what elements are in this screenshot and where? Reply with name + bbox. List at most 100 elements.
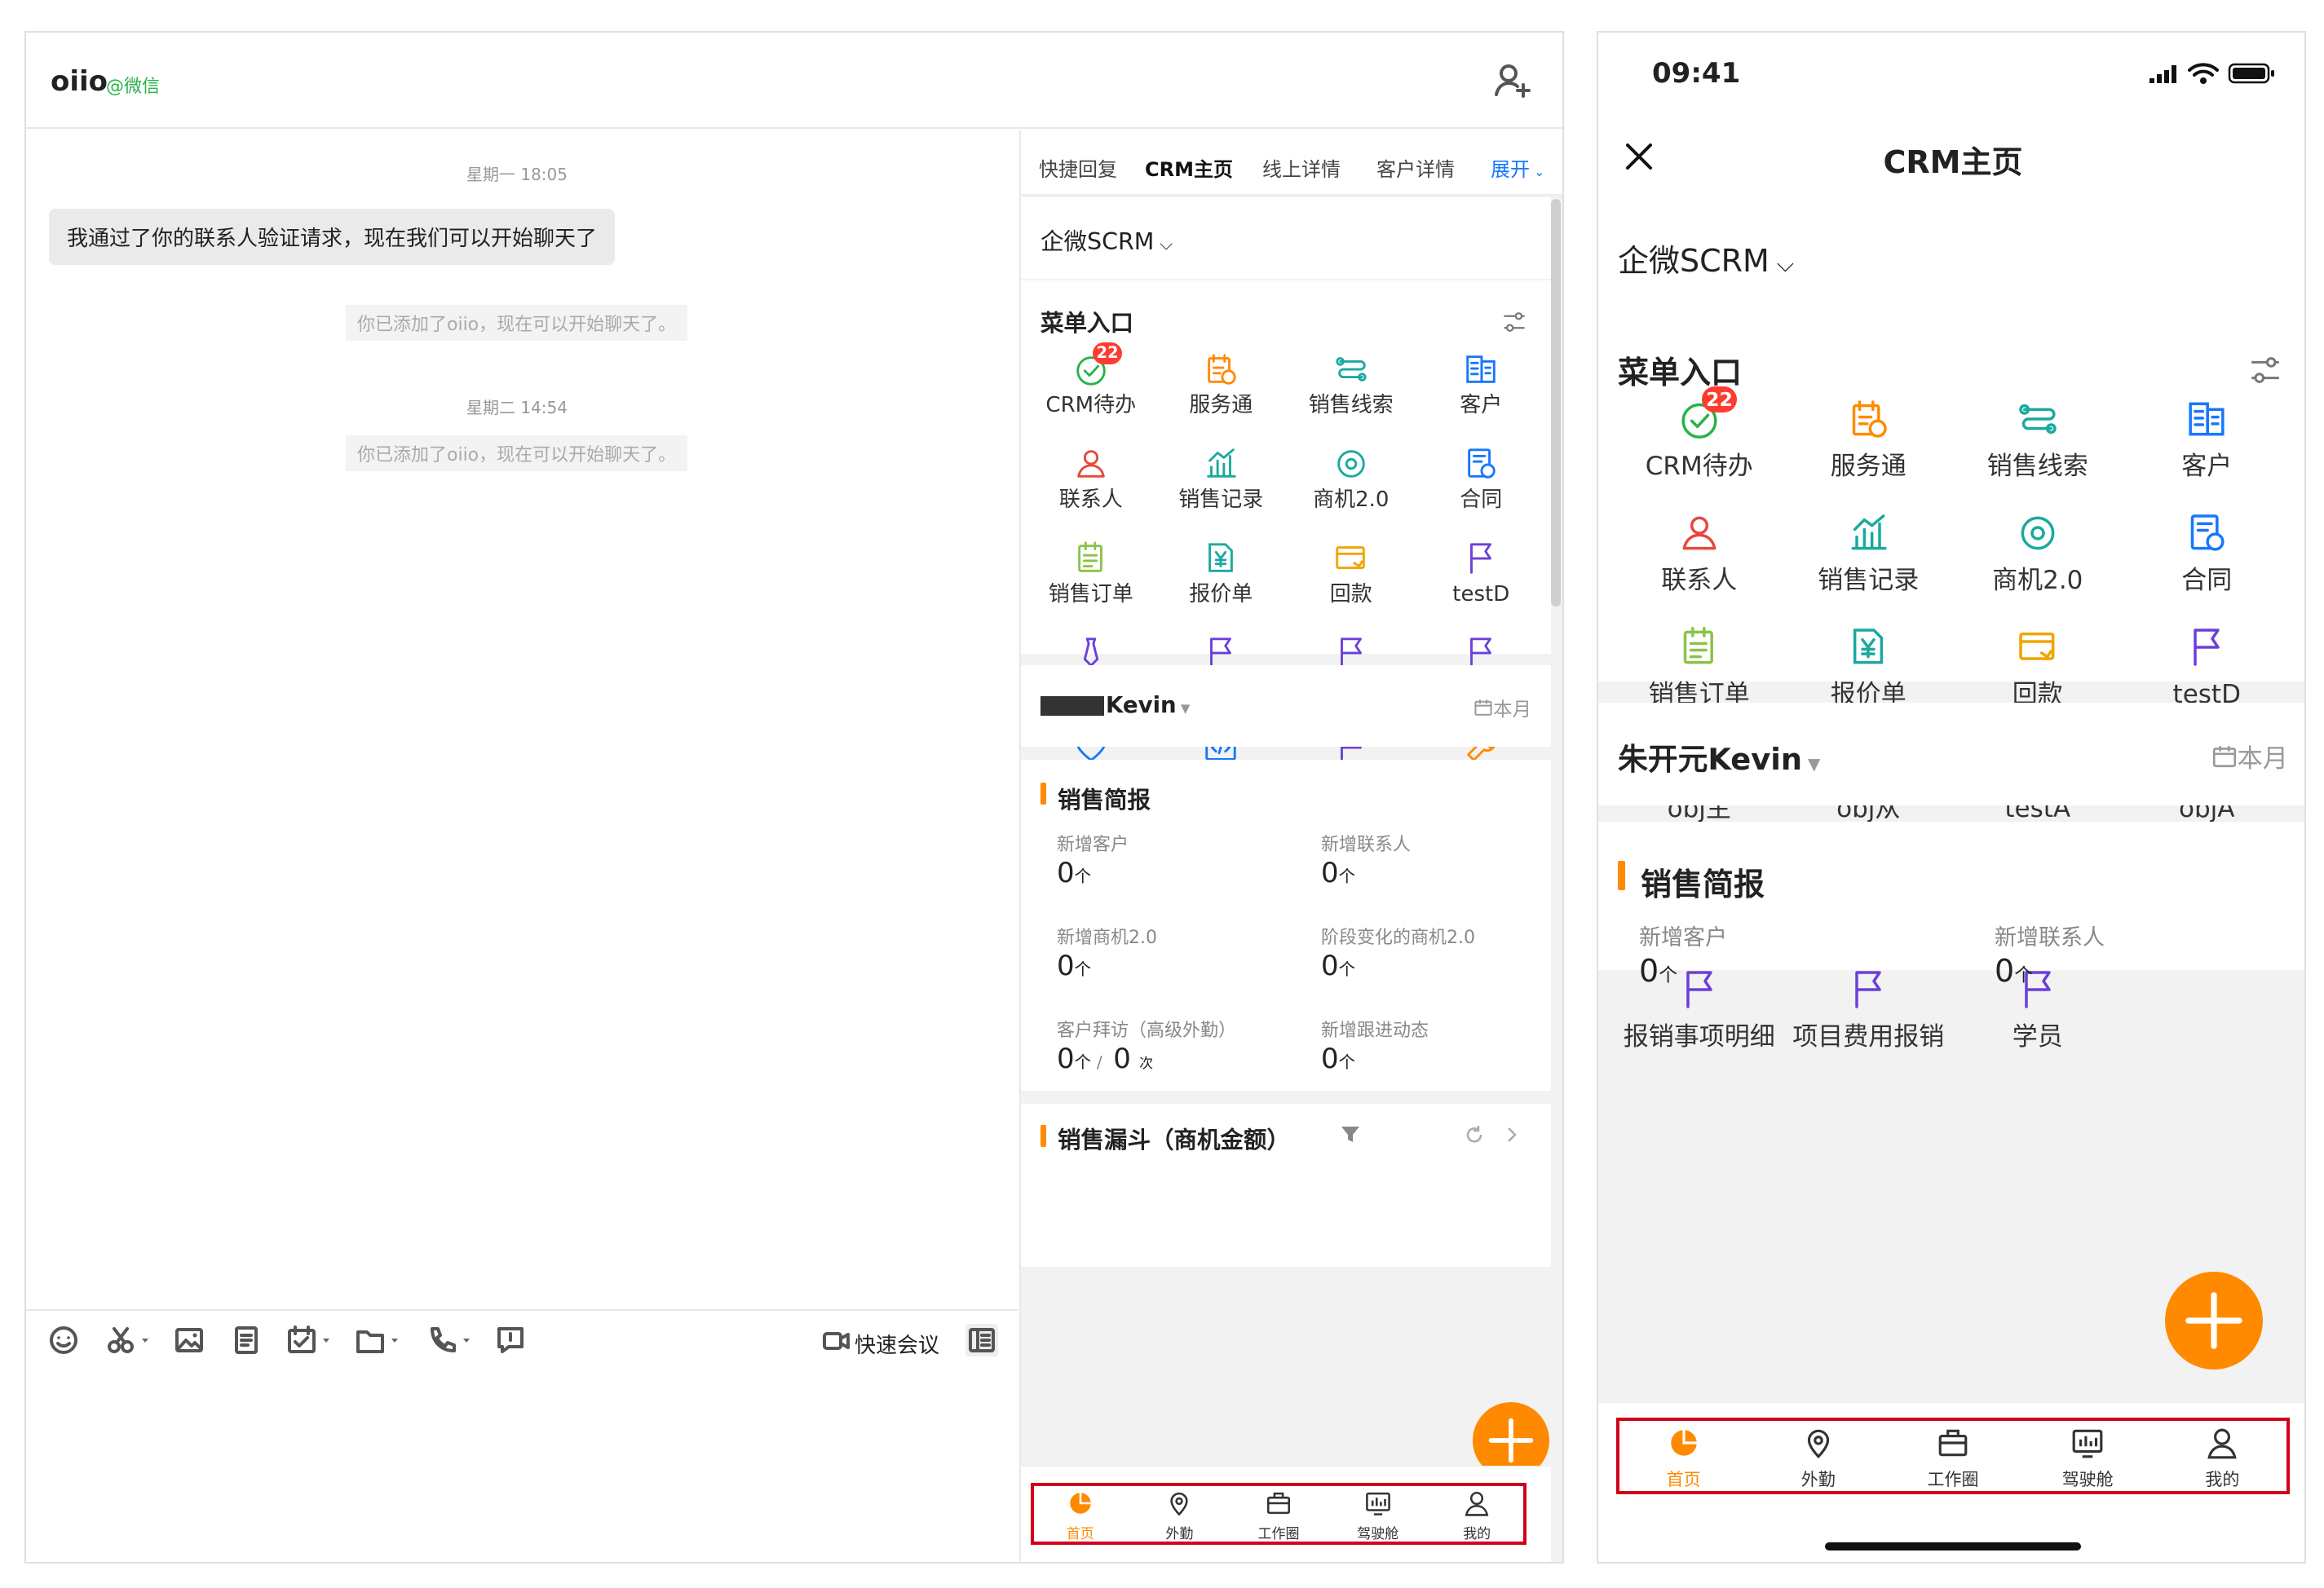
- menu-item[interactable]: 销售订单: [1026, 540, 1156, 634]
- stat-number: 0: [1057, 857, 1075, 889]
- payment-card-icon: [1332, 540, 1370, 577]
- menu-item[interactable]: 联系人: [1615, 510, 1784, 624]
- stat-label: 新增客户: [1639, 925, 1727, 951]
- menu-item[interactable]: 22 CRM待办: [1615, 386, 1784, 510]
- refresh-icon[interactable]: [1463, 1123, 1486, 1146]
- desktop-window: oiio @微信 星期一 18:05 我通过了你的联系人验证请求，现在我们可以开…: [24, 31, 1564, 1564]
- schedule-icon[interactable]: [285, 1324, 336, 1356]
- nav-item-1[interactable]: 外勤: [1130, 1486, 1230, 1542]
- menu-item[interactable]: 学员: [1953, 967, 2123, 1081]
- location-pin-icon: [1165, 1489, 1193, 1517]
- menu-item[interactable]: 销售记录: [1784, 510, 1954, 624]
- location-pin-icon: [1801, 1426, 1836, 1460]
- nav-item-4[interactable]: 我的: [1427, 1486, 1527, 1542]
- add-fab-button[interactable]: [2165, 1272, 2263, 1370]
- chevron-right-icon[interactable]: [1502, 1123, 1522, 1146]
- crm-sidebar-panel: 快捷回复 CRM主页 线上详情 客户详情 展开 ⌄ 企微SCRM ⌵ 菜单入口 22…: [1019, 130, 1562, 1562]
- menu-item[interactable]: 项目费用报销: [1784, 967, 1954, 1081]
- stat-value[interactable]: 0个: [1057, 950, 1091, 982]
- stat-value[interactable]: 0个: [1321, 1043, 1355, 1075]
- stat-value[interactable]: 0个: [1639, 953, 1677, 989]
- menu-item[interactable]: 报价单: [1156, 540, 1287, 634]
- menu-item[interactable]: 服务通: [1784, 396, 1954, 510]
- stat-value[interactable]: 0个: [1321, 857, 1355, 889]
- menu-item[interactable]: 22 CRM待办: [1026, 342, 1156, 445]
- org-card: 企微SCRM ⌵: [1021, 197, 1551, 279]
- home-pie-icon: [1067, 1489, 1094, 1517]
- stat-number: 0: [1321, 950, 1339, 982]
- menu-item[interactable]: 联系人: [1026, 445, 1156, 540]
- menu-item[interactable]: testD: [1416, 540, 1547, 634]
- caret-down-icon: ▼: [1802, 754, 1821, 774]
- menu-item[interactable]: 商机2.0: [1953, 510, 2123, 624]
- add-user-icon[interactable]: [1494, 62, 1531, 99]
- menu-item[interactable]: 合同: [1416, 445, 1547, 540]
- screenshot-scissors-icon[interactable]: [104, 1324, 153, 1356]
- system-notice: 你已添加了oiio，现在可以开始聊天了。: [346, 305, 688, 341]
- quick-meeting-button[interactable]: 快速会议: [855, 1329, 939, 1359]
- menu-item-label: CRM待办: [1045, 393, 1137, 417]
- todo-count-badge: 22: [1701, 386, 1738, 413]
- user-card: Kevin ▼ 本月: [1021, 665, 1551, 747]
- period-label: 本月: [2237, 744, 2288, 774]
- nav-item-0[interactable]: 首页: [1616, 1421, 1751, 1491]
- nav-item-3[interactable]: 驾驶舱: [1328, 1486, 1428, 1542]
- menu-item[interactable]: 回款: [1286, 540, 1416, 634]
- phone-screen: 09:41 CRM主页 企微SCRM ⌵ 菜单入口 22 CRM待办 服务通 销售线索 客户…: [1597, 31, 2306, 1564]
- sales-leads-icon: [1332, 351, 1370, 388]
- status-time: 09:41: [1652, 57, 1741, 90]
- stat-unit: 个: [2014, 964, 2033, 986]
- stat-value[interactable]: 0个/0 次: [1057, 1043, 1153, 1075]
- crm-content: 企微SCRM ⌵ 菜单入口 22 CRM待办 服务通 销售线索 客户 联系人 销售记录 商机2.0…: [1021, 130, 1551, 1562]
- folder-icon[interactable]: [354, 1324, 404, 1356]
- menu-item[interactable]: 销售线索: [1286, 351, 1416, 445]
- video-meeting-icon[interactable]: [822, 1329, 851, 1353]
- nav-item-0[interactable]: 首页: [1031, 1486, 1130, 1542]
- stat-value[interactable]: 0个: [1995, 953, 2033, 989]
- stat-label: 新增跟进动态: [1321, 1021, 1429, 1041]
- user-selector[interactable]: Kevin ▼: [1040, 691, 1190, 718]
- nav-label: 驾驶舱: [2061, 1470, 2114, 1489]
- service-icon: [1845, 396, 1891, 442]
- sales-funnel-card: 销售漏斗（商机金额）: [1021, 1104, 1551, 1267]
- stat-value[interactable]: 0个: [1057, 857, 1091, 889]
- contract-icon: [1462, 445, 1500, 483]
- chat-bubble-icon[interactable]: [494, 1324, 527, 1356]
- document-icon[interactable]: [230, 1324, 263, 1356]
- filter-icon[interactable]: [1339, 1123, 1362, 1146]
- menu-item-label: 联系人: [1058, 487, 1123, 512]
- menu-item[interactable]: 服务通: [1156, 351, 1287, 445]
- stat-number: 0: [1995, 952, 2015, 989]
- scrollbar[interactable]: [1551, 199, 1561, 607]
- phone-call-icon[interactable]: [426, 1324, 476, 1356]
- org-selector[interactable]: 企微SCRM ⌵: [1040, 223, 1173, 257]
- user-selector[interactable]: 朱开元Kevin ▼: [1618, 734, 1820, 779]
- menu-item[interactable]: 销售记录: [1156, 445, 1287, 540]
- menu-item[interactable]: 客户: [1416, 351, 1547, 445]
- customer-building-icon: [2184, 396, 2229, 442]
- menu-item[interactable]: 商机2.0: [1286, 445, 1416, 540]
- settings-sliders-icon[interactable]: [1500, 307, 1529, 337]
- menu-item[interactable]: 合同: [2123, 510, 2292, 624]
- nav-label: 我的: [2205, 1470, 2240, 1489]
- nav-item-3[interactable]: 驾驶舱: [2021, 1421, 2155, 1491]
- stat-value[interactable]: 0个: [1321, 950, 1355, 982]
- settings-sliders-icon[interactable]: [2246, 351, 2285, 390]
- work-circle-icon: [1265, 1489, 1292, 1517]
- nav-item-2[interactable]: 工作圈: [1885, 1421, 2020, 1491]
- menu-item-label: 合同: [1460, 487, 1503, 512]
- period-selector[interactable]: 本月: [1473, 694, 1531, 721]
- menu-item[interactable]: 销售线索: [1953, 396, 2123, 510]
- menu-item[interactable]: 客户: [2123, 396, 2292, 510]
- sales-report-card: 销售简报 新增客户 0个 新增联系人 0个: [1598, 822, 2304, 989]
- image-icon[interactable]: [173, 1324, 205, 1356]
- emoji-icon[interactable]: [47, 1324, 80, 1356]
- sidebar-toggle-icon[interactable]: [964, 1322, 1000, 1358]
- menu-item-label: 报销事项明细: [1623, 1022, 1775, 1052]
- period-selector[interactable]: 本月: [2211, 738, 2288, 774]
- stat-unit: 个: [1338, 959, 1356, 979]
- org-selector[interactable]: 企微SCRM ⌵: [1618, 236, 1794, 280]
- nav-item-1[interactable]: 外勤: [1751, 1421, 1885, 1491]
- nav-item-2[interactable]: 工作圈: [1229, 1486, 1328, 1542]
- nav-item-4[interactable]: 我的: [2155, 1421, 2290, 1491]
